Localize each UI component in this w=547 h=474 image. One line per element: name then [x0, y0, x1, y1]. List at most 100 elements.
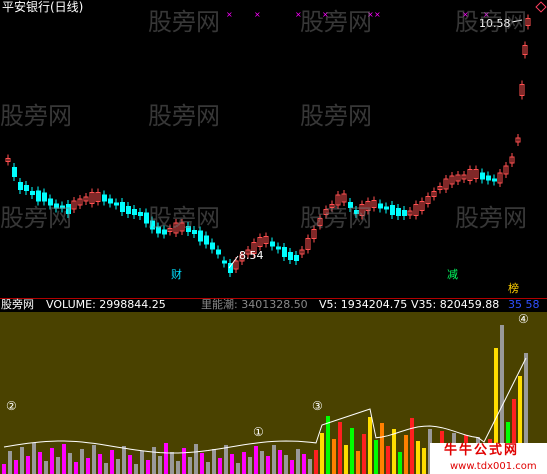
candle-body: [270, 241, 275, 247]
candlestick-chart[interactable]: × × × × × × × ×: [0, 0, 547, 298]
volume-bar: [164, 443, 168, 474]
volume-bar: [212, 449, 216, 474]
volume-bar: [152, 447, 156, 474]
volume-bar: [110, 450, 114, 474]
volume-bar: [404, 435, 408, 474]
candle-body: [222, 260, 227, 264]
tag-cai[interactable]: 财: [171, 269, 182, 281]
volume-bar: [146, 460, 150, 474]
candle-body: [18, 182, 23, 190]
indicator-name: 股旁网: [1, 298, 34, 311]
volume-bar: [188, 457, 192, 474]
volume-bar: [290, 460, 294, 474]
volume-bar: [62, 444, 66, 474]
candle-body: [282, 247, 287, 257]
volume-bar: [86, 458, 90, 474]
volume-bar: [272, 445, 276, 474]
volume-bar: [158, 456, 162, 474]
candle-body: [378, 203, 383, 209]
candle-body: [48, 198, 53, 206]
event-marker: ×: [254, 10, 261, 19]
volume-bar: [20, 447, 24, 474]
candle-body: [114, 202, 119, 206]
tag-jian[interactable]: 减: [447, 269, 458, 281]
candle-body: [66, 204, 71, 214]
volume-bar: [122, 446, 126, 474]
high-price-label: 10.58: [479, 17, 511, 30]
volume-bar: [254, 446, 258, 474]
candle-body: [42, 192, 47, 202]
extra-value: 35 58: [508, 298, 540, 311]
stamp-brand: 牛牛公式网: [444, 443, 520, 458]
volume-bar: [8, 451, 12, 474]
volume-bar: [92, 445, 96, 474]
volume-bar: [368, 417, 372, 474]
volume-bar: [242, 452, 246, 474]
candle-body: [12, 167, 17, 177]
volume-bar: [296, 449, 300, 474]
candle-body: [24, 185, 29, 191]
circle-mark-2: ②: [6, 399, 17, 413]
volume-bar: [302, 454, 306, 474]
volume-bar: [422, 448, 426, 474]
candle-body: [396, 208, 401, 216]
volume-bar: [80, 449, 84, 474]
candle-body: [36, 190, 41, 202]
volume-bar: [74, 462, 78, 474]
volume-bar: [50, 448, 54, 474]
volume-bar: [338, 422, 342, 474]
volume-bar: [98, 454, 102, 474]
candle-body: [384, 206, 389, 210]
candle-body: [216, 249, 221, 255]
candle-body: [294, 255, 299, 261]
volume-bar: [68, 453, 72, 474]
candle-body: [54, 203, 59, 209]
event-marker: ×: [226, 10, 233, 19]
volume-bar: [314, 450, 318, 474]
event-marker: ×: [322, 10, 329, 19]
volume-bar: [362, 434, 366, 474]
price-chart-panel[interactable]: × × × × × × × ×: [0, 0, 547, 298]
volume-bar: [176, 461, 180, 474]
candle-body: [348, 202, 353, 208]
volume-bar: [194, 444, 198, 474]
volume-bar: [218, 458, 222, 474]
volume-bar: [248, 457, 252, 474]
volume-bar: [326, 416, 330, 474]
volume-bar: [56, 457, 60, 474]
volume-value: VOLUME: 2998844.25: [46, 298, 166, 311]
volume-bar: [410, 418, 414, 474]
volume-bar: [182, 448, 186, 474]
volume-bar: [260, 451, 264, 474]
volume-bar: [230, 454, 234, 474]
volume-bar: [200, 453, 204, 474]
candle-body: [30, 191, 35, 195]
candle-body: [126, 206, 131, 214]
candle-body: [390, 205, 395, 215]
volume-bar: [380, 423, 384, 474]
volume-bar: [134, 464, 138, 474]
volume-bar: [44, 461, 48, 474]
volume-bar: [128, 455, 132, 474]
candle-body: [288, 252, 293, 260]
volume-bar: [416, 441, 420, 474]
candle-body: [402, 210, 407, 216]
tag-bang[interactable]: 榜: [508, 283, 519, 295]
candle-body: [132, 209, 137, 215]
volume-header: 股旁网 VOLUME: 2998844.25 里能潮: 3401328.50 V…: [0, 299, 547, 312]
candle-body: [198, 230, 203, 242]
energy-tide-value: 里能潮: 3401328.50: [201, 298, 308, 311]
candle-body: [162, 229, 167, 235]
candle-body: [102, 194, 107, 202]
low-price-label: 8.54: [239, 249, 264, 262]
candle-body: [150, 220, 155, 230]
volume-bar: [320, 433, 324, 474]
volume-bar: [32, 443, 36, 474]
volume-bar: [308, 459, 312, 474]
candle-body: [186, 226, 191, 232]
circle-mark-3: ③: [312, 399, 323, 413]
event-marker: ×: [462, 10, 469, 19]
volume-bar: [344, 445, 348, 474]
candle-body: [480, 172, 485, 180]
volume-bar: [206, 462, 210, 474]
